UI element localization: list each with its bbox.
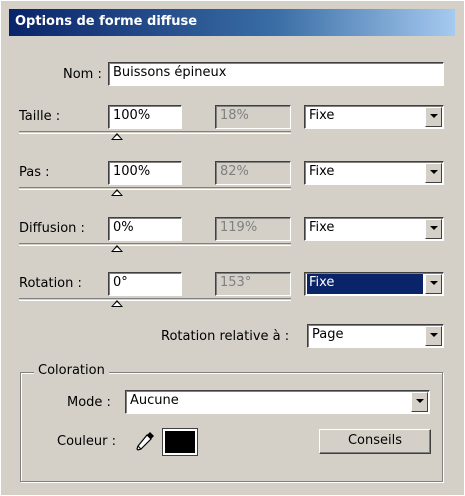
scatter-mode-value: Fixe bbox=[309, 220, 335, 235]
dialog-title: Options de forme diffuse bbox=[15, 14, 198, 29]
rotation-mode-value: Fixe bbox=[307, 274, 423, 294]
coloration-group-label: Coloration bbox=[34, 363, 109, 378]
size-mode-select[interactable]: Fixe bbox=[304, 105, 444, 129]
slider-track bbox=[19, 298, 291, 301]
coloration-mode-select[interactable]: Aucune bbox=[125, 390, 430, 414]
scatter-slider[interactable] bbox=[19, 243, 291, 253]
size-label: Taille : bbox=[19, 109, 61, 124]
spacing-label: Pas : bbox=[19, 165, 50, 180]
slider-thumb[interactable] bbox=[110, 189, 123, 196]
rotation-relative-value: Page bbox=[312, 327, 344, 342]
name-label: Nom : bbox=[63, 67, 102, 82]
color-swatch-fill bbox=[165, 431, 195, 453]
spacing-slider[interactable] bbox=[19, 187, 291, 197]
rotation-slider[interactable] bbox=[19, 298, 291, 308]
spacing-input[interactable]: 100% bbox=[108, 161, 182, 185]
color-swatch[interactable] bbox=[162, 428, 198, 456]
dialog: Options de forme diffuse Nom : Buissons … bbox=[0, 0, 465, 496]
chevron-down-icon[interactable] bbox=[425, 219, 442, 239]
color-label: Couleur : bbox=[57, 434, 116, 449]
slider-track bbox=[19, 243, 291, 246]
slider-thumb[interactable] bbox=[110, 245, 123, 252]
chevron-down-icon[interactable] bbox=[425, 326, 442, 346]
spacing-mode-select[interactable]: Fixe bbox=[304, 161, 444, 185]
spacing-mode-value: Fixe bbox=[309, 164, 335, 179]
slider-track bbox=[19, 131, 291, 134]
scatter-mode-select[interactable]: Fixe bbox=[304, 217, 444, 241]
size-jitter-field: 18% bbox=[215, 105, 291, 129]
eyedropper-icon[interactable] bbox=[133, 429, 157, 453]
size-input[interactable]: 100% bbox=[108, 105, 182, 129]
tips-button[interactable]: Conseils bbox=[319, 429, 431, 454]
rotation-relative-select[interactable]: Page bbox=[307, 324, 444, 348]
rotation-label: Rotation : bbox=[19, 276, 82, 291]
mode-label: Mode : bbox=[67, 395, 111, 410]
chevron-down-icon[interactable] bbox=[411, 392, 428, 412]
slider-thumb[interactable] bbox=[110, 300, 123, 307]
rotation-jitter-field: 153° bbox=[215, 272, 291, 296]
rotation-mode-select[interactable]: Fixe bbox=[304, 272, 444, 296]
slider-thumb[interactable] bbox=[110, 133, 123, 140]
chevron-down-icon[interactable] bbox=[425, 163, 442, 183]
size-slider[interactable] bbox=[19, 131, 291, 141]
title-bar: Options de forme diffuse bbox=[9, 9, 455, 36]
slider-track bbox=[19, 187, 291, 190]
chevron-down-icon[interactable] bbox=[425, 274, 442, 294]
rotation-relative-label: Rotation relative à : bbox=[161, 329, 290, 344]
name-input[interactable]: Buissons épineux bbox=[108, 62, 444, 86]
coloration-mode-value: Aucune bbox=[130, 393, 179, 408]
chevron-down-icon[interactable] bbox=[425, 107, 442, 127]
scatter-input[interactable]: 0% bbox=[108, 217, 182, 241]
coloration-group bbox=[20, 372, 443, 482]
spacing-jitter-field: 82% bbox=[215, 161, 291, 185]
scatter-label: Diffusion : bbox=[19, 221, 85, 236]
size-mode-value: Fixe bbox=[309, 108, 335, 123]
rotation-input[interactable]: 0° bbox=[108, 272, 182, 296]
scatter-jitter-field: 119% bbox=[215, 217, 291, 241]
